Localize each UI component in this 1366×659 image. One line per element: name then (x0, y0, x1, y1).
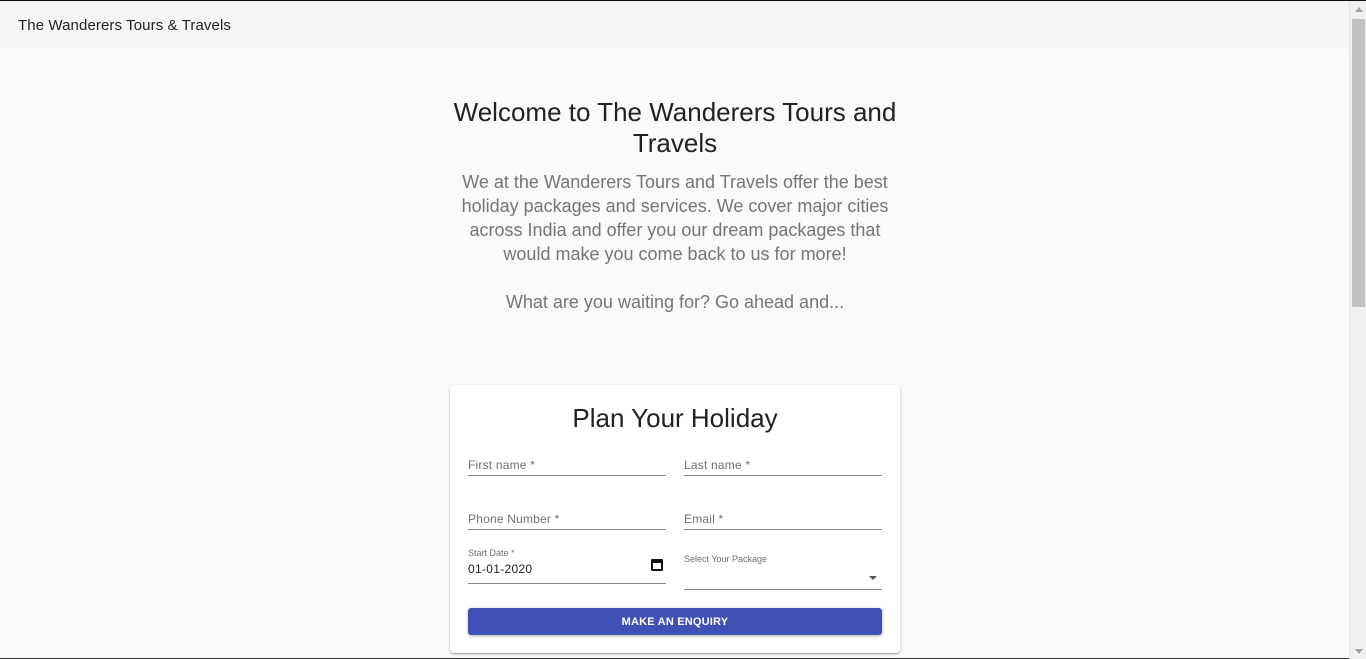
email-field[interactable]: Email * (684, 510, 882, 530)
make-enquiry-button[interactable]: MAKE AN ENQUIRY (468, 608, 882, 635)
vertical-scrollbar[interactable] (1349, 1, 1366, 659)
hero-call-to-action: What are you waiting for? Go ahead and..… (505, 292, 845, 312)
scroll-down-arrow-icon[interactable] (1350, 643, 1366, 659)
phone-number-label: Phone Number * (468, 512, 560, 526)
package-select[interactable]: Select Your Package (684, 554, 882, 590)
package-label: Select Your Package (684, 554, 768, 564)
start-date-label: Start Date * (468, 548, 515, 558)
hero-section: Welcome to The Wanderers Tours and Trave… (445, 97, 905, 314)
hero-description: We at the Wanderers Tours and Travels of… (461, 172, 889, 264)
hero-title: Welcome to The Wanderers Tours and Trave… (453, 97, 897, 158)
last-name-field[interactable]: Last name * (684, 456, 882, 476)
first-name-label: First name * (468, 458, 536, 472)
scroll-thumb[interactable] (1352, 19, 1365, 307)
dropdown-arrow-icon (869, 576, 877, 580)
form-title: Plan Your Holiday (572, 403, 778, 433)
start-date-field[interactable]: Start Date * 01-01-2020 (468, 548, 666, 584)
first-name-field[interactable]: First name * (468, 456, 666, 476)
app-bar: The Wanderers Tours & Travels (0, 1, 1349, 49)
app-title: The Wanderers Tours & Travels (18, 16, 231, 34)
enquiry-form-card: Plan Your Holiday First name * Last name… (450, 385, 900, 653)
start-date-value: 01-01-2020 (468, 562, 533, 576)
calendar-icon[interactable] (651, 559, 663, 571)
email-label: Email * (684, 512, 724, 526)
last-name-label: Last name * (684, 458, 751, 472)
scroll-up-arrow-icon[interactable] (1350, 1, 1366, 18)
phone-number-field[interactable]: Phone Number * (468, 510, 666, 530)
